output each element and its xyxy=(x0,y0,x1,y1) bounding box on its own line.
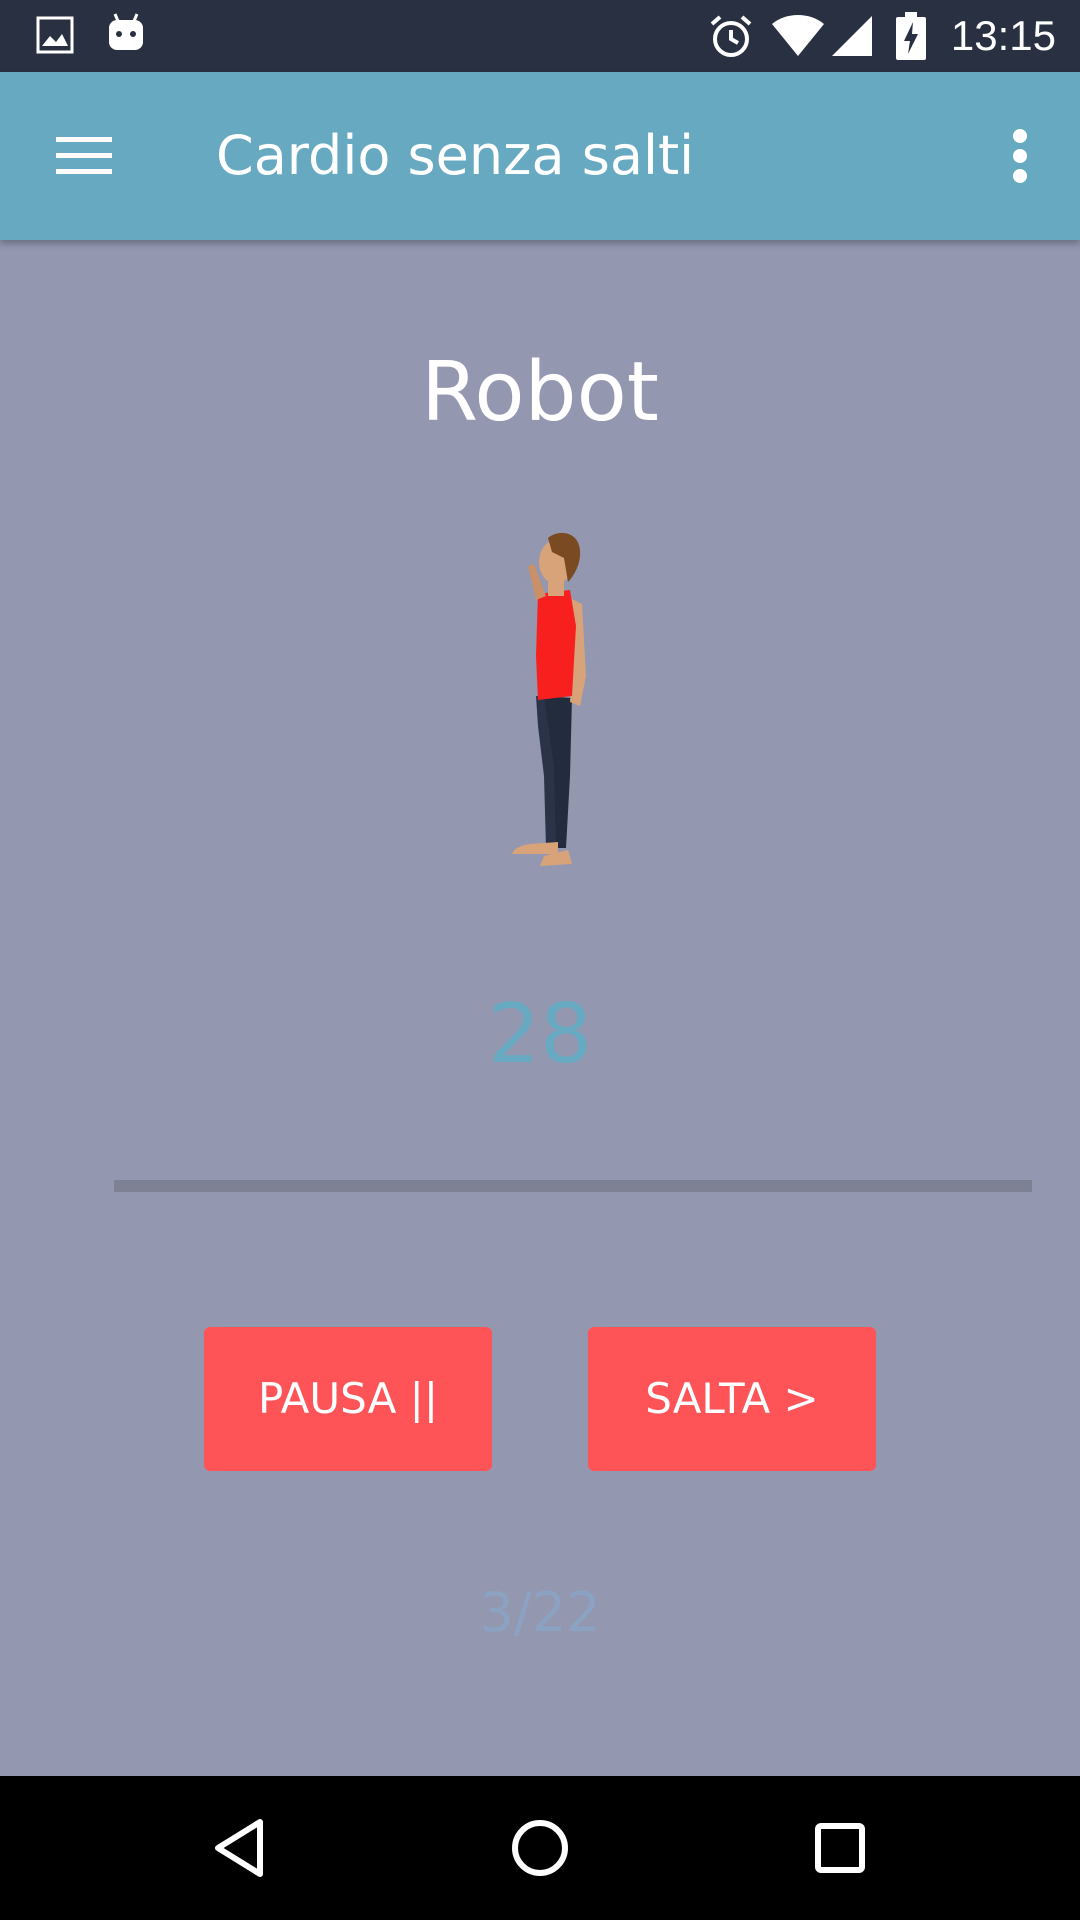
exercise-illustration xyxy=(512,532,586,866)
android-icon xyxy=(109,13,143,50)
status-bar: 13:15 xyxy=(0,0,1080,72)
overflow-menu-button[interactable] xyxy=(984,108,1056,204)
signal-icon xyxy=(832,16,872,56)
countdown-timer: 28 xyxy=(487,987,593,1082)
app-title: Cardio senza salti xyxy=(216,124,695,187)
alarm-icon xyxy=(710,15,752,57)
progress-bar-fill xyxy=(114,1180,1032,1192)
recents-button[interactable] xyxy=(792,1800,888,1896)
step-counter: 3/22 xyxy=(479,1581,601,1644)
menu-button[interactable] xyxy=(36,108,132,204)
wifi-icon xyxy=(772,15,824,56)
battery-charging-icon xyxy=(896,12,926,60)
home-icon xyxy=(512,1820,568,1876)
skip-button[interactable]: SALTA > xyxy=(588,1327,876,1471)
more-vert-icon xyxy=(1013,129,1027,183)
recents-icon xyxy=(815,1823,865,1873)
home-button[interactable] xyxy=(492,1800,588,1896)
app-bar: Cardio senza salti xyxy=(0,72,1080,240)
pause-button[interactable]: PAUSA || xyxy=(204,1327,492,1471)
hamburger-menu-icon xyxy=(56,137,112,174)
exercise-name: Robot xyxy=(421,345,659,440)
back-button[interactable] xyxy=(192,1800,288,1896)
back-icon xyxy=(215,1819,263,1877)
progress-bar xyxy=(114,1180,1032,1192)
navigation-bar xyxy=(0,1776,1080,1920)
clock: 13:15 xyxy=(950,12,1056,59)
image-icon xyxy=(36,16,74,54)
